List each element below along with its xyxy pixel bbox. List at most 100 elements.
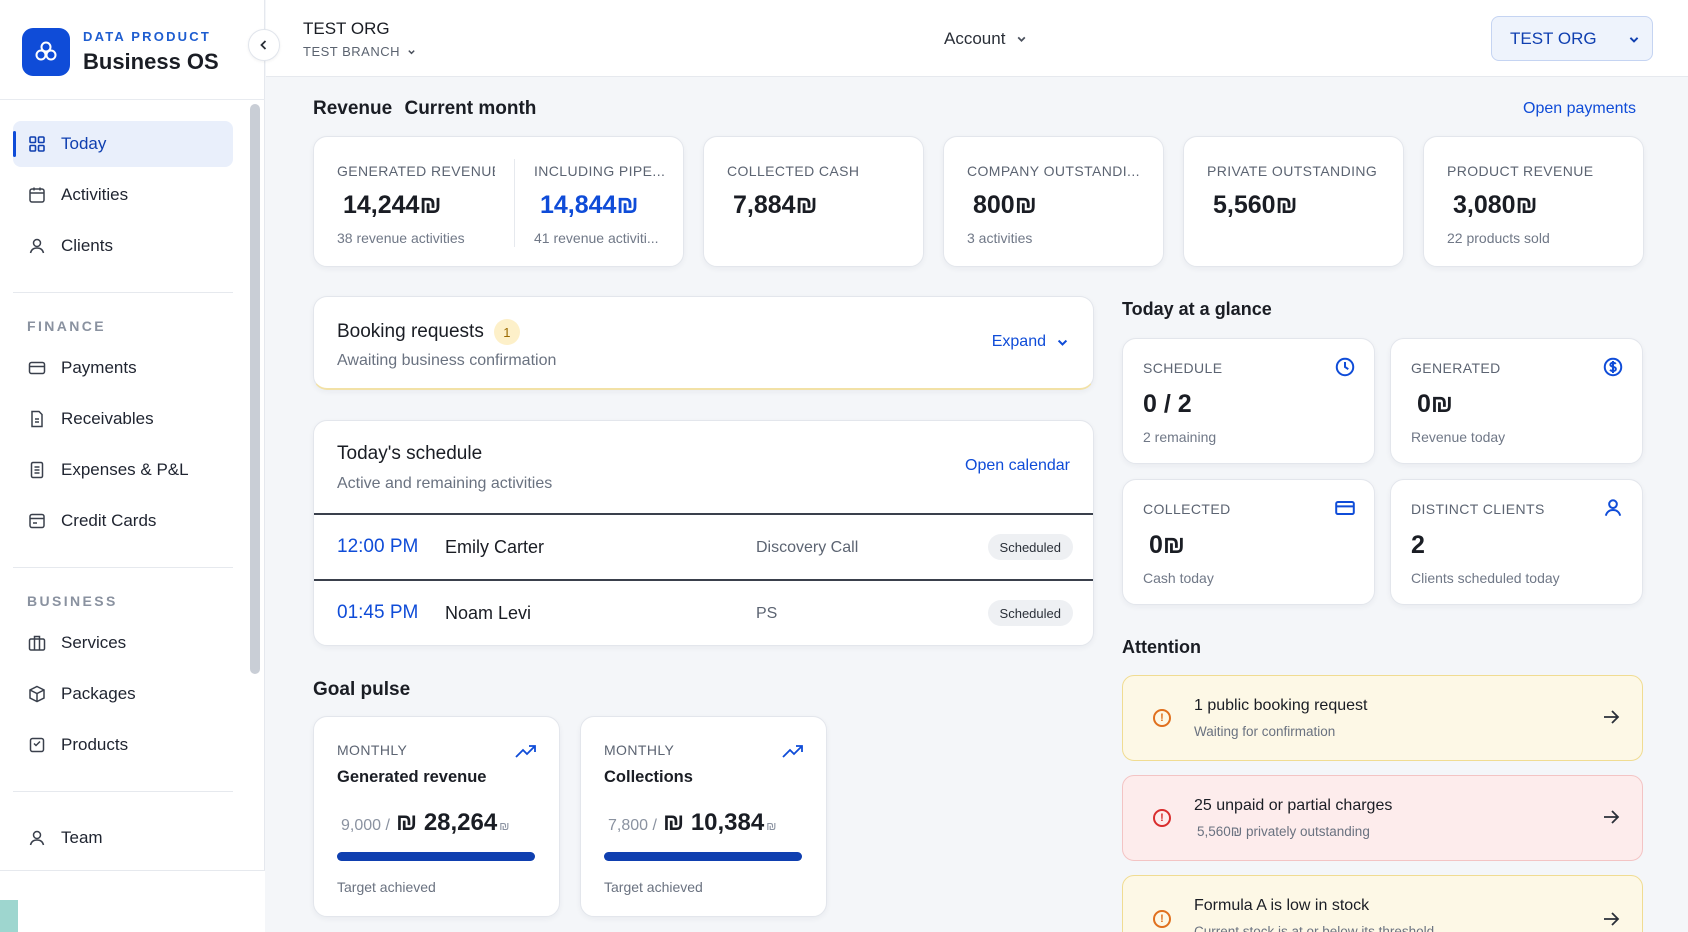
revenue-generated-card[interactable]: GENERATED REVENUE 14,244₪ 38 revenue act… (313, 136, 684, 267)
sidebar-item-payments[interactable]: Payments (13, 345, 233, 391)
arrow-right-icon (1604, 710, 1620, 724)
sidebar-item-label: Clients (61, 236, 113, 255)
trending-up-icon (782, 745, 803, 758)
sidebar-item-packages[interactable]: Packages (13, 671, 233, 717)
glance-schedule-card[interactable]: SCHEDULE 0 / 2 2 remaining (1122, 338, 1375, 464)
error-icon: ! (1153, 809, 1171, 827)
chevron-down-icon (1057, 339, 1068, 346)
goal-period: MONTHLY (337, 742, 408, 758)
account-label: Account (944, 29, 1006, 48)
sidebar-scrollbar[interactable] (250, 104, 260, 674)
kpi-value: 14,844₪ (540, 191, 639, 219)
sidebar-item-expenses[interactable]: Expenses & P&L (13, 447, 233, 493)
glance-collected-card[interactable]: COLLECTED 0₪ Cash today (1122, 479, 1375, 605)
sidebar-item-services[interactable]: Services (13, 620, 233, 666)
kpi-value: 2 (1411, 531, 1425, 559)
goal-card-collections[interactable]: MONTHLY Collections 7,800 / ₪ 10,384 ₪ T… (580, 716, 827, 917)
trending-up-icon (515, 745, 536, 758)
booking-count-badge: 1 (493, 319, 520, 345)
kpi-label: COMPANY OUTSTANDI... (967, 163, 1140, 179)
branch-selector[interactable]: TEST BRANCH (303, 44, 416, 59)
sidebar-item-activities[interactable]: Activities (13, 172, 233, 218)
kpi-value: 7,884₪ (733, 191, 818, 219)
kpi-sub: Cash today (1143, 570, 1214, 586)
team-icon (27, 828, 47, 848)
brand[interactable]: DATA PRODUCT Business OS (22, 28, 219, 76)
goal-progress-bar (604, 852, 802, 861)
sidebar-divider (0, 99, 265, 100)
goal-status: Target achieved (604, 879, 703, 895)
sidebar-item-receivables[interactable]: Receivables (13, 396, 233, 442)
chevron-down-icon (408, 50, 415, 55)
table-row[interactable]: 12:00 PM Emily Carter Discovery Call Sch… (314, 515, 1093, 579)
schedule-title: Today's schedule (337, 443, 483, 464)
card-icon (27, 358, 47, 378)
briefcase-icon (27, 633, 47, 653)
sidebar-item-label: Activities (61, 185, 129, 204)
kpi-value: 3,080₪ (1453, 191, 1538, 219)
sidebar-item-label: Products (61, 735, 129, 754)
collected-cash-card[interactable]: COLLECTED CASH 7,884₪ (703, 136, 924, 267)
expand-label: Expand (991, 333, 1046, 350)
card-divider (514, 159, 515, 247)
booking-sub: Awaiting business confirmation (337, 352, 557, 369)
collapse-sidebar-button[interactable] (248, 29, 280, 61)
status-badge: Scheduled (987, 600, 1073, 626)
private-outstanding-card[interactable]: PRIVATE OUTSTANDING 5,560₪ (1183, 136, 1404, 267)
sidebar-item-today[interactable]: Today (13, 121, 233, 167)
kpi-label: GENERATED REVENUE (337, 163, 495, 179)
alert-sub: Current stock is at or below its thresho… (1194, 924, 1435, 932)
brand-name: Business OS (83, 49, 219, 74)
kpi-sub: 38 revenue activities (337, 230, 465, 246)
alert-title: 1 public booking request (1194, 697, 1368, 714)
chevron-left-icon (260, 40, 267, 50)
footer-accent (0, 900, 18, 932)
table-row[interactable]: 01:45 PM Noam Levi PS Scheduled (314, 581, 1093, 645)
top-bar: TEST ORG TEST BRANCH Account TEST ORG (266, 0, 1688, 77)
glance-clients-card[interactable]: DISTINCT CLIENTS 2 Clients scheduled tod… (1390, 479, 1643, 605)
org-select[interactable]: TEST ORG (1491, 16, 1653, 61)
org-name: TEST ORG (303, 19, 390, 38)
booking-title: Booking requests (337, 321, 484, 342)
product-revenue-card[interactable]: PRODUCT REVENUE 3,080₪ 22 products sold (1423, 136, 1644, 267)
sidebar-item-team[interactable]: Team (13, 815, 233, 861)
sidebar-item-label: Credit Cards (61, 511, 157, 530)
dollar-circle-icon (1603, 357, 1623, 377)
alert-booking-request[interactable]: ! 1 public booking request Waiting for c… (1122, 675, 1643, 761)
sidebar-item-label: Receivables (61, 409, 154, 428)
goal-card-generated[interactable]: MONTHLY Generated revenue 9,000 / ₪ 28,2… (313, 716, 560, 917)
invoice-icon (27, 409, 47, 429)
company-outstanding-card[interactable]: COMPANY OUTSTANDI... 800₪ 3 activities (943, 136, 1164, 267)
kpi-sub: 22 products sold (1447, 230, 1550, 246)
package-icon (27, 684, 47, 704)
activity-type: Discovery Call (756, 539, 859, 556)
kpi-label: COLLECTED CASH (727, 163, 860, 179)
chevron-down-icon (1629, 37, 1639, 43)
kpi-value: 5,560₪ (1213, 191, 1298, 219)
alert-low-stock[interactable]: ! Formula A is low in stock Current stoc… (1122, 875, 1643, 932)
account-menu[interactable]: Account (944, 29, 1027, 49)
sidebar-item-products[interactable]: Products (13, 722, 233, 768)
sidebar-item-clients[interactable]: Clients (13, 223, 233, 269)
alert-title: Formula A is low in stock (1194, 897, 1370, 914)
glance-generated-card[interactable]: GENERATED 0₪ Revenue today (1390, 338, 1643, 464)
activity-time: 12:00 PM (337, 536, 419, 557)
kpi-value: 800₪ (973, 191, 1037, 219)
revenue-title: Revenue (313, 98, 393, 119)
chevron-down-icon (1017, 36, 1026, 42)
sidebar-item-label: Payments (61, 358, 137, 377)
expand-button[interactable]: Expand (992, 333, 1069, 351)
section-label-business: BUSINESS (27, 593, 118, 609)
sidebar-item-label: Services (61, 633, 127, 652)
open-payments-link[interactable]: Open payments (1523, 100, 1636, 118)
attention-heading: Attention (1122, 637, 1201, 657)
sidebar-footer (0, 870, 265, 932)
warning-icon: ! (1153, 910, 1171, 928)
alert-unpaid-charges[interactable]: ! 25 unpaid or partial charges 5,560₪ pr… (1122, 775, 1643, 861)
sidebar-item-credit-cards[interactable]: Credit Cards (13, 498, 233, 544)
goal-name: Generated revenue (337, 768, 487, 786)
revenue-period: Current month (404, 98, 537, 119)
open-calendar-link[interactable]: Open calendar (965, 457, 1070, 475)
kpi-label: GENERATED (1411, 360, 1501, 376)
kpi-label: PRODUCT REVENUE (1447, 163, 1594, 179)
